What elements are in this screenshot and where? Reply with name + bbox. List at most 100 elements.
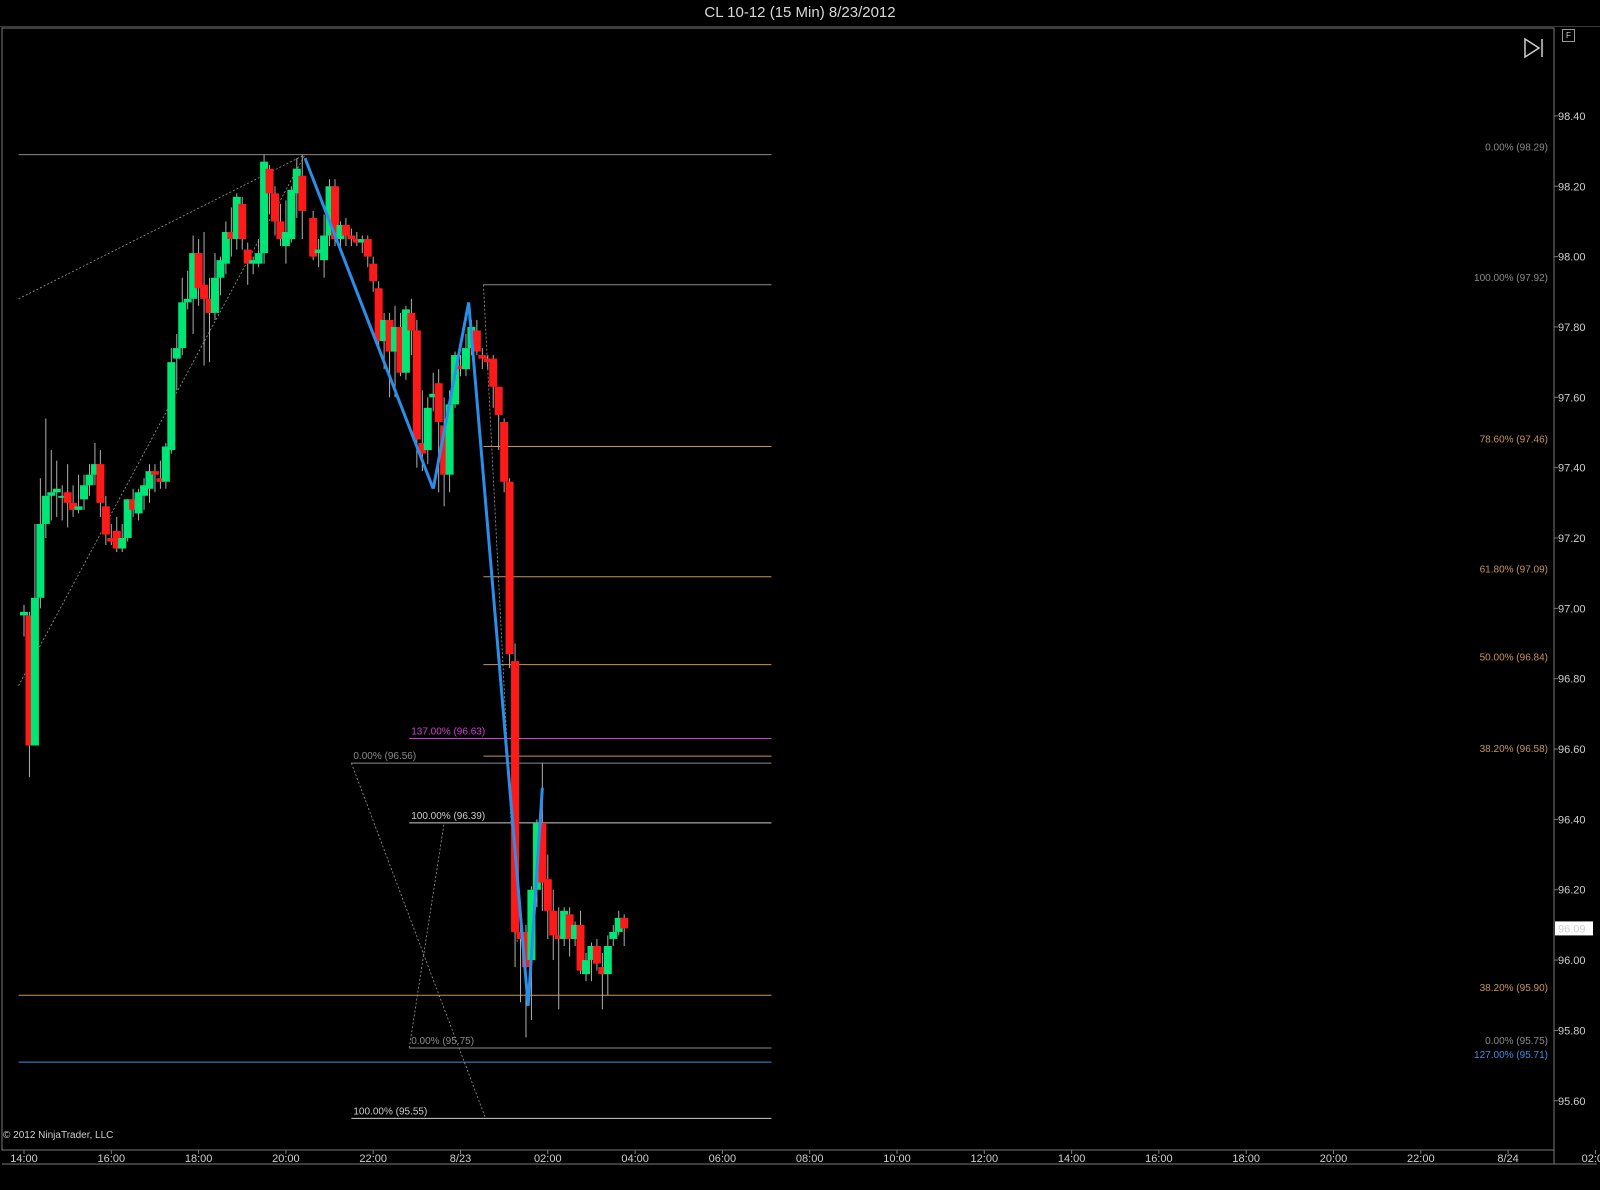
- time-tick-label: 10:00: [883, 1153, 911, 1165]
- time-tick-label: 12:00: [971, 1153, 999, 1165]
- candle-down: [412, 330, 421, 440]
- price-tick-label: 98.40: [1558, 111, 1586, 123]
- candle-down: [592, 946, 601, 964]
- time-tick-label: 20:00: [272, 1153, 300, 1165]
- time-tick-label: 8/24: [1497, 1153, 1518, 1165]
- candle-up: [603, 946, 612, 975]
- candle-down: [101, 506, 110, 535]
- candle-up: [210, 277, 219, 313]
- candle-down: [620, 917, 629, 929]
- plot-frame: [1, 27, 1555, 1151]
- candle-down: [200, 284, 209, 299]
- time-tick-label: 20:00: [1320, 1153, 1348, 1165]
- fib-level-label: 100.00% (97.92): [1474, 273, 1548, 284]
- candle-up: [320, 235, 329, 261]
- fib-level-label: 0.00% (95.75): [411, 1036, 474, 1047]
- fib-level-label: 0.00% (96.56): [353, 751, 416, 762]
- time-tick-label: 02:00: [1582, 1153, 1600, 1165]
- fib-level-label: 137.00% (96.63): [411, 726, 485, 737]
- candle-down: [347, 235, 356, 240]
- copyright-notice: © 2012 NinjaTrader, LLC: [3, 1130, 114, 1141]
- chart-window: CL 10-12 (15 Min) 8/23/2012 0.00% (98.29…: [0, 0, 1600, 1190]
- play-end-icon[interactable]: [1522, 36, 1546, 60]
- candle-down: [549, 910, 558, 936]
- time-tick-label: 04:00: [621, 1153, 649, 1165]
- candle-down: [63, 492, 72, 503]
- candle-up: [172, 348, 181, 359]
- last-price-label: 96.09: [1558, 923, 1586, 935]
- fib-level-label: 0.00% (98.29): [1485, 143, 1548, 154]
- price-tick-label: 97.60: [1558, 392, 1586, 404]
- candle-down: [150, 471, 159, 475]
- time-tick-label: 18:00: [185, 1153, 213, 1165]
- time-tick-label: 16:00: [1145, 1153, 1173, 1165]
- fib-level-label: 50.00% (96.84): [1480, 653, 1548, 664]
- candle-up: [254, 253, 263, 264]
- candle-down: [194, 253, 203, 289]
- time-tick-label: 16:00: [98, 1153, 126, 1165]
- candle-up: [609, 931, 618, 939]
- time-tick-label: 14:00: [10, 1153, 38, 1165]
- candle-up: [36, 523, 45, 598]
- candle-up: [80, 485, 89, 500]
- candle-up: [183, 298, 192, 303]
- price-tick-label: 96.00: [1558, 955, 1586, 967]
- price-tick-label: 96.20: [1558, 885, 1586, 897]
- price-tick-label: 98.00: [1558, 252, 1586, 264]
- candle-down: [407, 312, 416, 331]
- time-tick-label: 02:00: [534, 1153, 562, 1165]
- candle-up: [161, 446, 170, 482]
- candle-up: [423, 407, 432, 451]
- candle-up: [287, 189, 296, 240]
- price-tick-label: 97.20: [1558, 533, 1586, 545]
- price-tick-label: 97.40: [1558, 463, 1586, 475]
- price-tick-label: 97.80: [1558, 322, 1586, 334]
- candle-down: [500, 421, 509, 482]
- price-tick-label: 95.60: [1558, 1096, 1586, 1108]
- candle-down: [363, 239, 372, 257]
- candle-down: [478, 355, 487, 359]
- time-tick-label: 08:00: [796, 1153, 824, 1165]
- candle-down: [341, 224, 350, 236]
- candle-down: [238, 203, 247, 240]
- candle-down: [494, 386, 503, 415]
- candle-up: [20, 611, 28, 616]
- candle-up: [74, 506, 83, 510]
- candle-down: [265, 168, 274, 194]
- time-tick-label: 18:00: [1232, 1153, 1260, 1165]
- candle-up: [52, 488, 61, 493]
- price-tick-label: 96.40: [1558, 814, 1586, 826]
- price-chart[interactable]: 0.00% (98.29) 100.00% (97.92) 78.60% (97.4…: [0, 0, 1600, 1190]
- fib-level-label: 61.80% (97.09): [1480, 565, 1548, 576]
- fib-level-label: 100.00% (96.39): [411, 811, 485, 822]
- time-tick-label: 8/23: [450, 1153, 471, 1165]
- price-tick-label: 98.20: [1558, 181, 1586, 193]
- candle-down: [270, 193, 279, 222]
- price-tick-label: 97.00: [1558, 603, 1586, 615]
- time-tick-label: 22:00: [359, 1153, 387, 1165]
- candle-up: [47, 492, 56, 496]
- trend-line: [408, 822, 445, 1049]
- fib-level-label: 38.20% (96.58): [1480, 744, 1548, 755]
- fib-level-label: 127.00% (95.71): [1474, 1050, 1548, 1061]
- price-tick-label: 96.60: [1558, 744, 1586, 756]
- candle-up: [41, 495, 50, 524]
- candle-down: [505, 481, 514, 655]
- fib-level-label: 38.20% (95.90): [1480, 983, 1548, 994]
- price-tick-label: 95.80: [1558, 1025, 1586, 1037]
- chart-menu-icon[interactable]: F: [1562, 29, 1575, 42]
- candle-up: [167, 362, 176, 451]
- candle-down: [369, 263, 378, 282]
- candle-up: [85, 474, 94, 486]
- fib-level-label: 100.00% (95.55): [353, 1106, 427, 1117]
- candle-up: [461, 348, 470, 370]
- candle-down: [543, 879, 552, 911]
- time-tick-label: 22:00: [1407, 1153, 1435, 1165]
- price-tick-label: 96.80: [1558, 674, 1586, 686]
- time-tick-label: 14:00: [1058, 1153, 1086, 1165]
- candle-up: [178, 302, 187, 349]
- candle-down: [298, 175, 307, 211]
- time-tick-label: 06:00: [709, 1153, 737, 1165]
- candle-down: [434, 383, 443, 422]
- fib-level-label: 0.00% (95.75): [1485, 1036, 1548, 1047]
